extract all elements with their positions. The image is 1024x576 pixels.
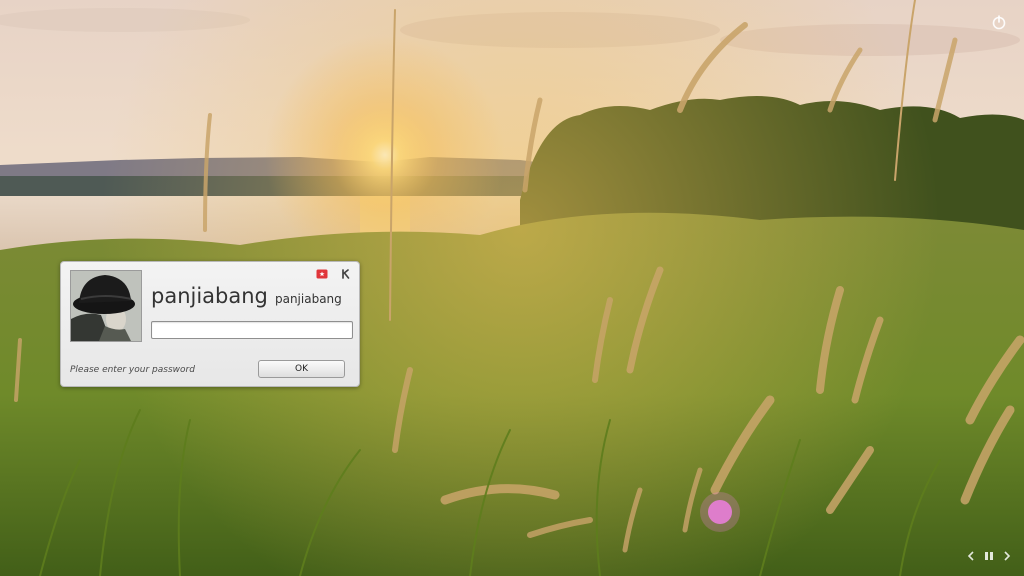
password-prompt: Please enter your password [70, 365, 195, 375]
password-input[interactable] [151, 321, 353, 339]
user-names: panjiabang panjiabang [151, 284, 342, 308]
avatar [70, 270, 142, 342]
pause-icon[interactable] [982, 550, 996, 562]
login-dialog: panjiabang panjiabang Please enter your … [60, 261, 360, 387]
user-login-name: panjiabang [274, 292, 342, 306]
user-display-name: panjiabang [151, 284, 268, 308]
session-k-icon[interactable] [340, 268, 352, 280]
chevron-right-icon[interactable] [1002, 550, 1012, 562]
keyboard-layout-icon[interactable] [316, 268, 328, 280]
chevron-left-icon[interactable] [966, 550, 976, 562]
dialog-controls [316, 268, 352, 280]
lock-screen: panjiabang panjiabang Please enter your … [0, 0, 1024, 576]
power-icon[interactable] [990, 13, 1008, 31]
layout-switcher [966, 548, 1012, 564]
ok-button[interactable]: OK [258, 360, 345, 378]
